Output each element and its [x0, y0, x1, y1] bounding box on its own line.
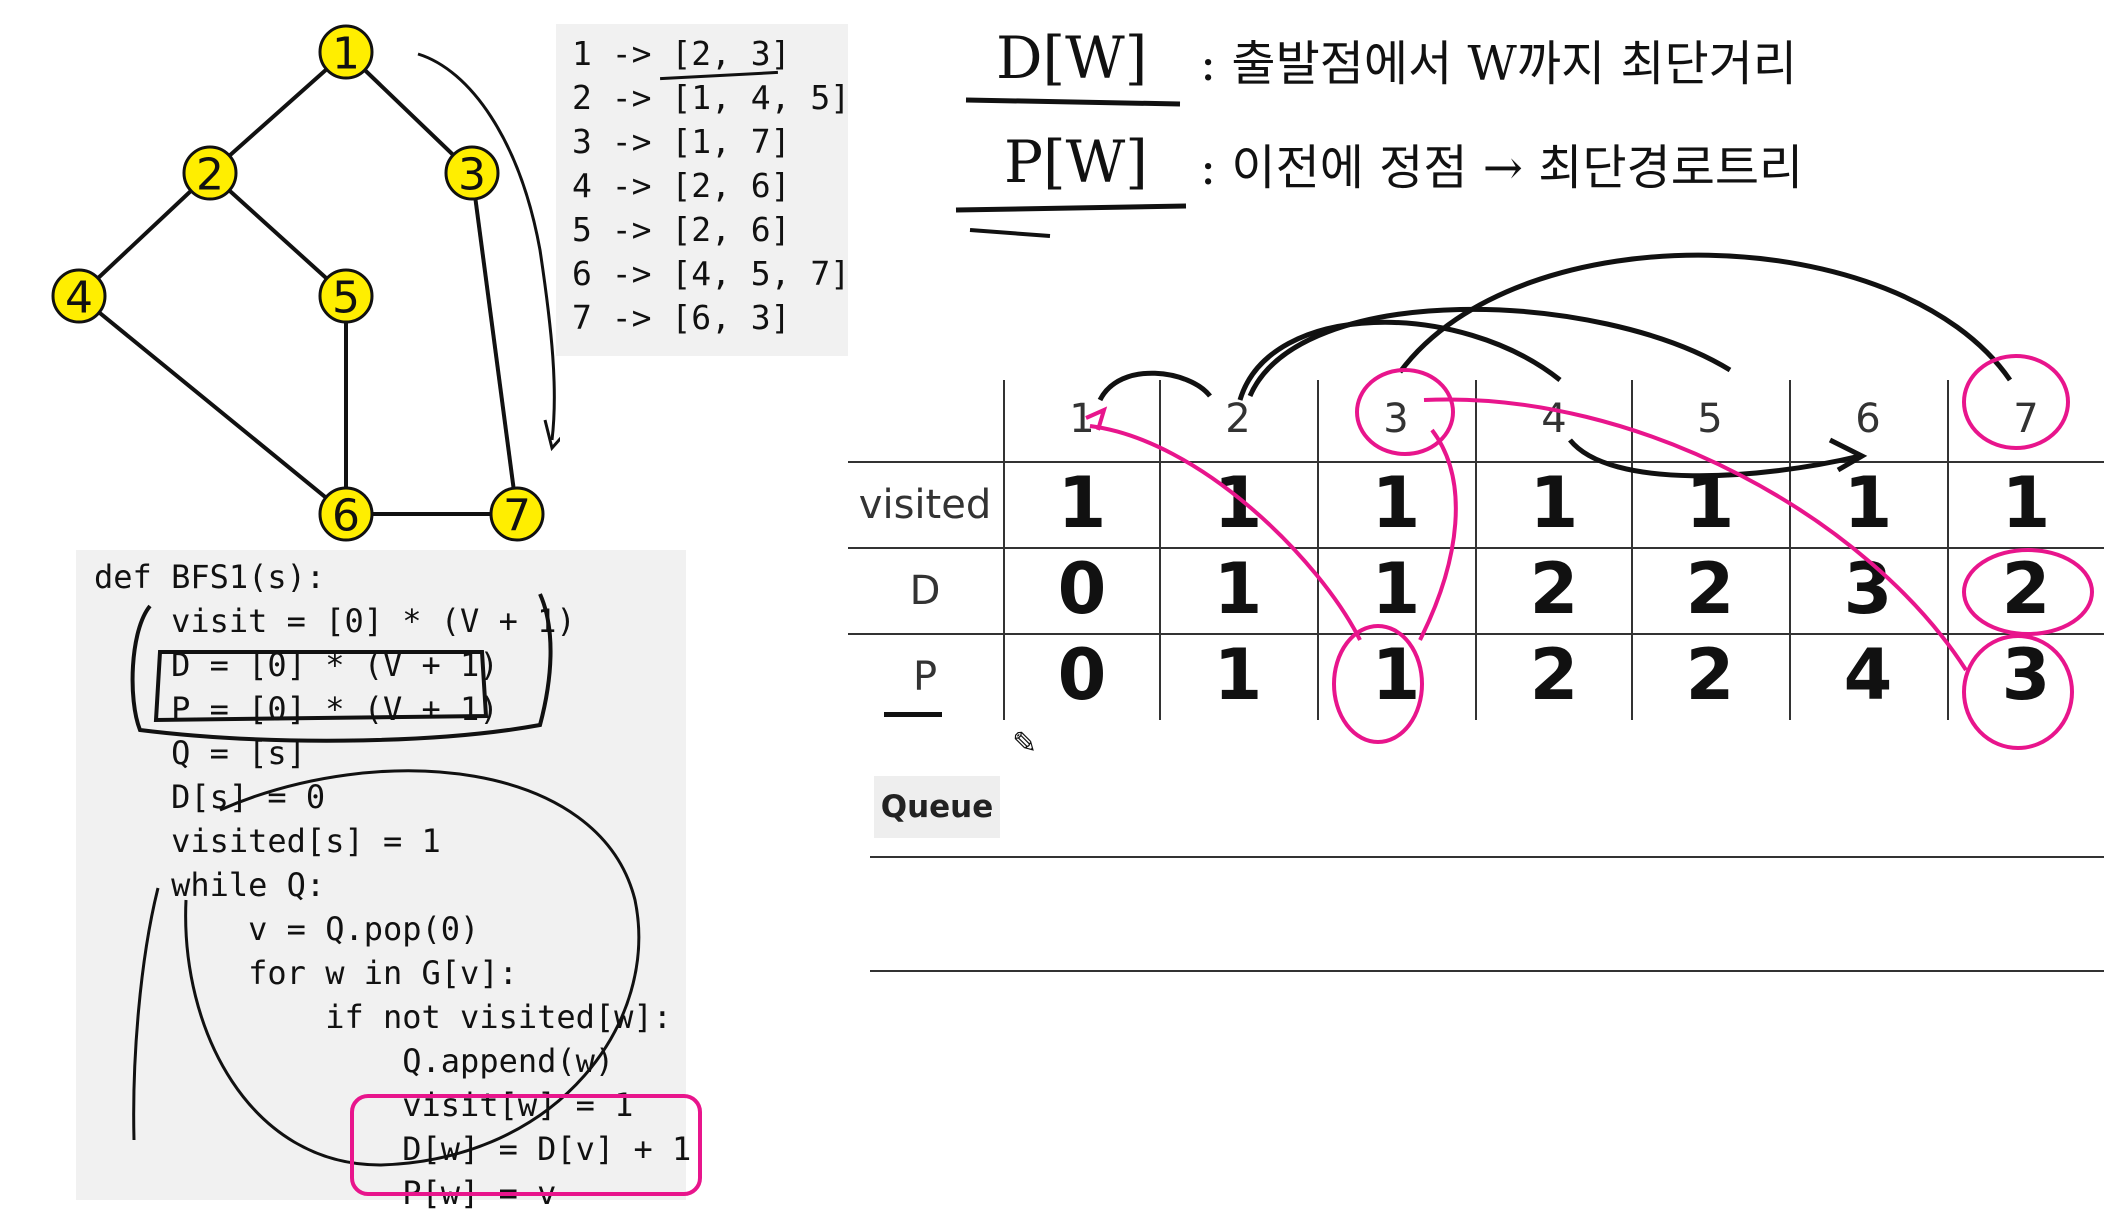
pen-cursor-icon: ✎: [1012, 726, 1038, 761]
queue-line-top: [870, 856, 2104, 858]
table-annotations: [1085, 252, 2094, 750]
queue-label: Queue: [874, 776, 1000, 838]
queue-line-bottom: [870, 970, 2104, 972]
highlight-box-annotation: [350, 1094, 702, 1196]
